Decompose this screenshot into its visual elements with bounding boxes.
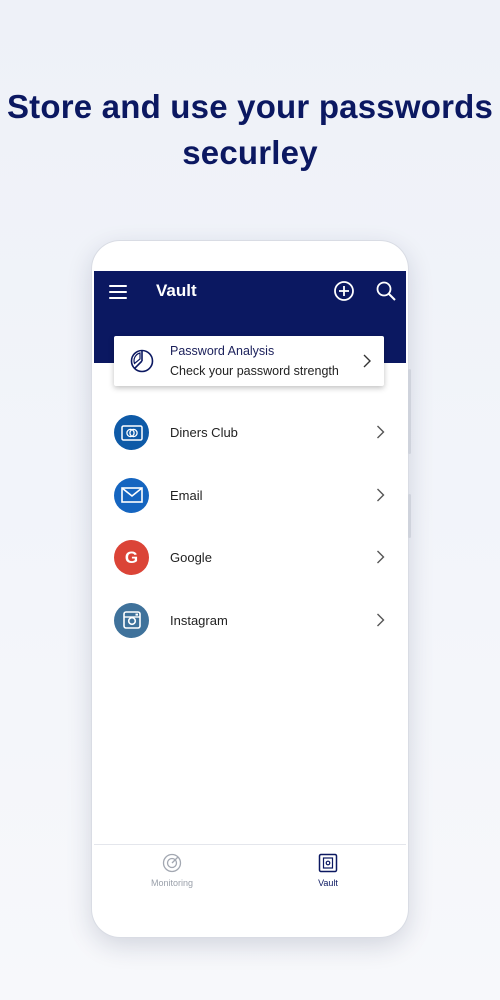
vault-item-instagram[interactable]: Instagram bbox=[94, 591, 406, 654]
add-circle-icon[interactable] bbox=[332, 279, 356, 303]
password-analysis-card[interactable]: Password Analysis Check your password st… bbox=[114, 336, 384, 386]
chevron-right-icon bbox=[377, 613, 385, 626]
vault-item-label: Email bbox=[170, 487, 203, 503]
password-analysis-title: Password Analysis bbox=[170, 344, 275, 358]
google-g-icon: G bbox=[114, 540, 149, 575]
tab-vault-label: Vault bbox=[318, 878, 338, 888]
search-icon[interactable] bbox=[374, 279, 398, 303]
phone-frame: Vault Password Analysis Check your passw… bbox=[92, 241, 411, 937]
envelope-icon bbox=[114, 477, 149, 513]
card-icon bbox=[114, 415, 149, 450]
instagram-icon bbox=[114, 602, 149, 638]
vault-item-email[interactable]: Email bbox=[94, 466, 406, 529]
headline-line-2: securley bbox=[182, 134, 318, 171]
vault-item-diners-club[interactable]: Diners Club bbox=[94, 403, 406, 466]
radar-icon bbox=[162, 853, 182, 873]
vault-item-label: Diners Club bbox=[170, 425, 238, 440]
tab-monitoring-label: Monitoring bbox=[150, 878, 194, 888]
pie-chart-icon bbox=[130, 349, 154, 373]
vault-item-label: Google bbox=[170, 550, 212, 565]
hamburger-menu-icon[interactable] bbox=[108, 282, 128, 302]
vault-item-google[interactable]: G Google bbox=[94, 528, 406, 591]
vault-item-label: Instagram bbox=[170, 612, 228, 628]
chevron-right-icon bbox=[377, 488, 385, 501]
phone-side-button bbox=[408, 494, 411, 538]
app-screen: Vault Password Analysis Check your passw… bbox=[94, 271, 406, 905]
app-bar-title: Vault bbox=[156, 281, 197, 300]
tab-monitoring[interactable]: Monitoring bbox=[94, 845, 250, 905]
headline-line-1: Store and use your passwords bbox=[6, 88, 494, 125]
google-g-glyph: G bbox=[124, 547, 139, 567]
tab-vault[interactable]: Vault bbox=[250, 845, 406, 905]
chevron-right-icon bbox=[377, 425, 385, 439]
phone-side-button bbox=[408, 369, 411, 454]
password-analysis-subtitle: Check your password strength bbox=[170, 364, 339, 378]
safe-icon bbox=[318, 853, 338, 873]
chevron-right-icon bbox=[377, 550, 385, 564]
headline: Store and use your passwords securley bbox=[0, 84, 500, 176]
chevron-right-icon bbox=[363, 354, 371, 368]
vault-list: Diners Club Email G Google Instagram bbox=[94, 403, 406, 653]
bottom-navigation: Monitoring Vault bbox=[94, 844, 406, 905]
